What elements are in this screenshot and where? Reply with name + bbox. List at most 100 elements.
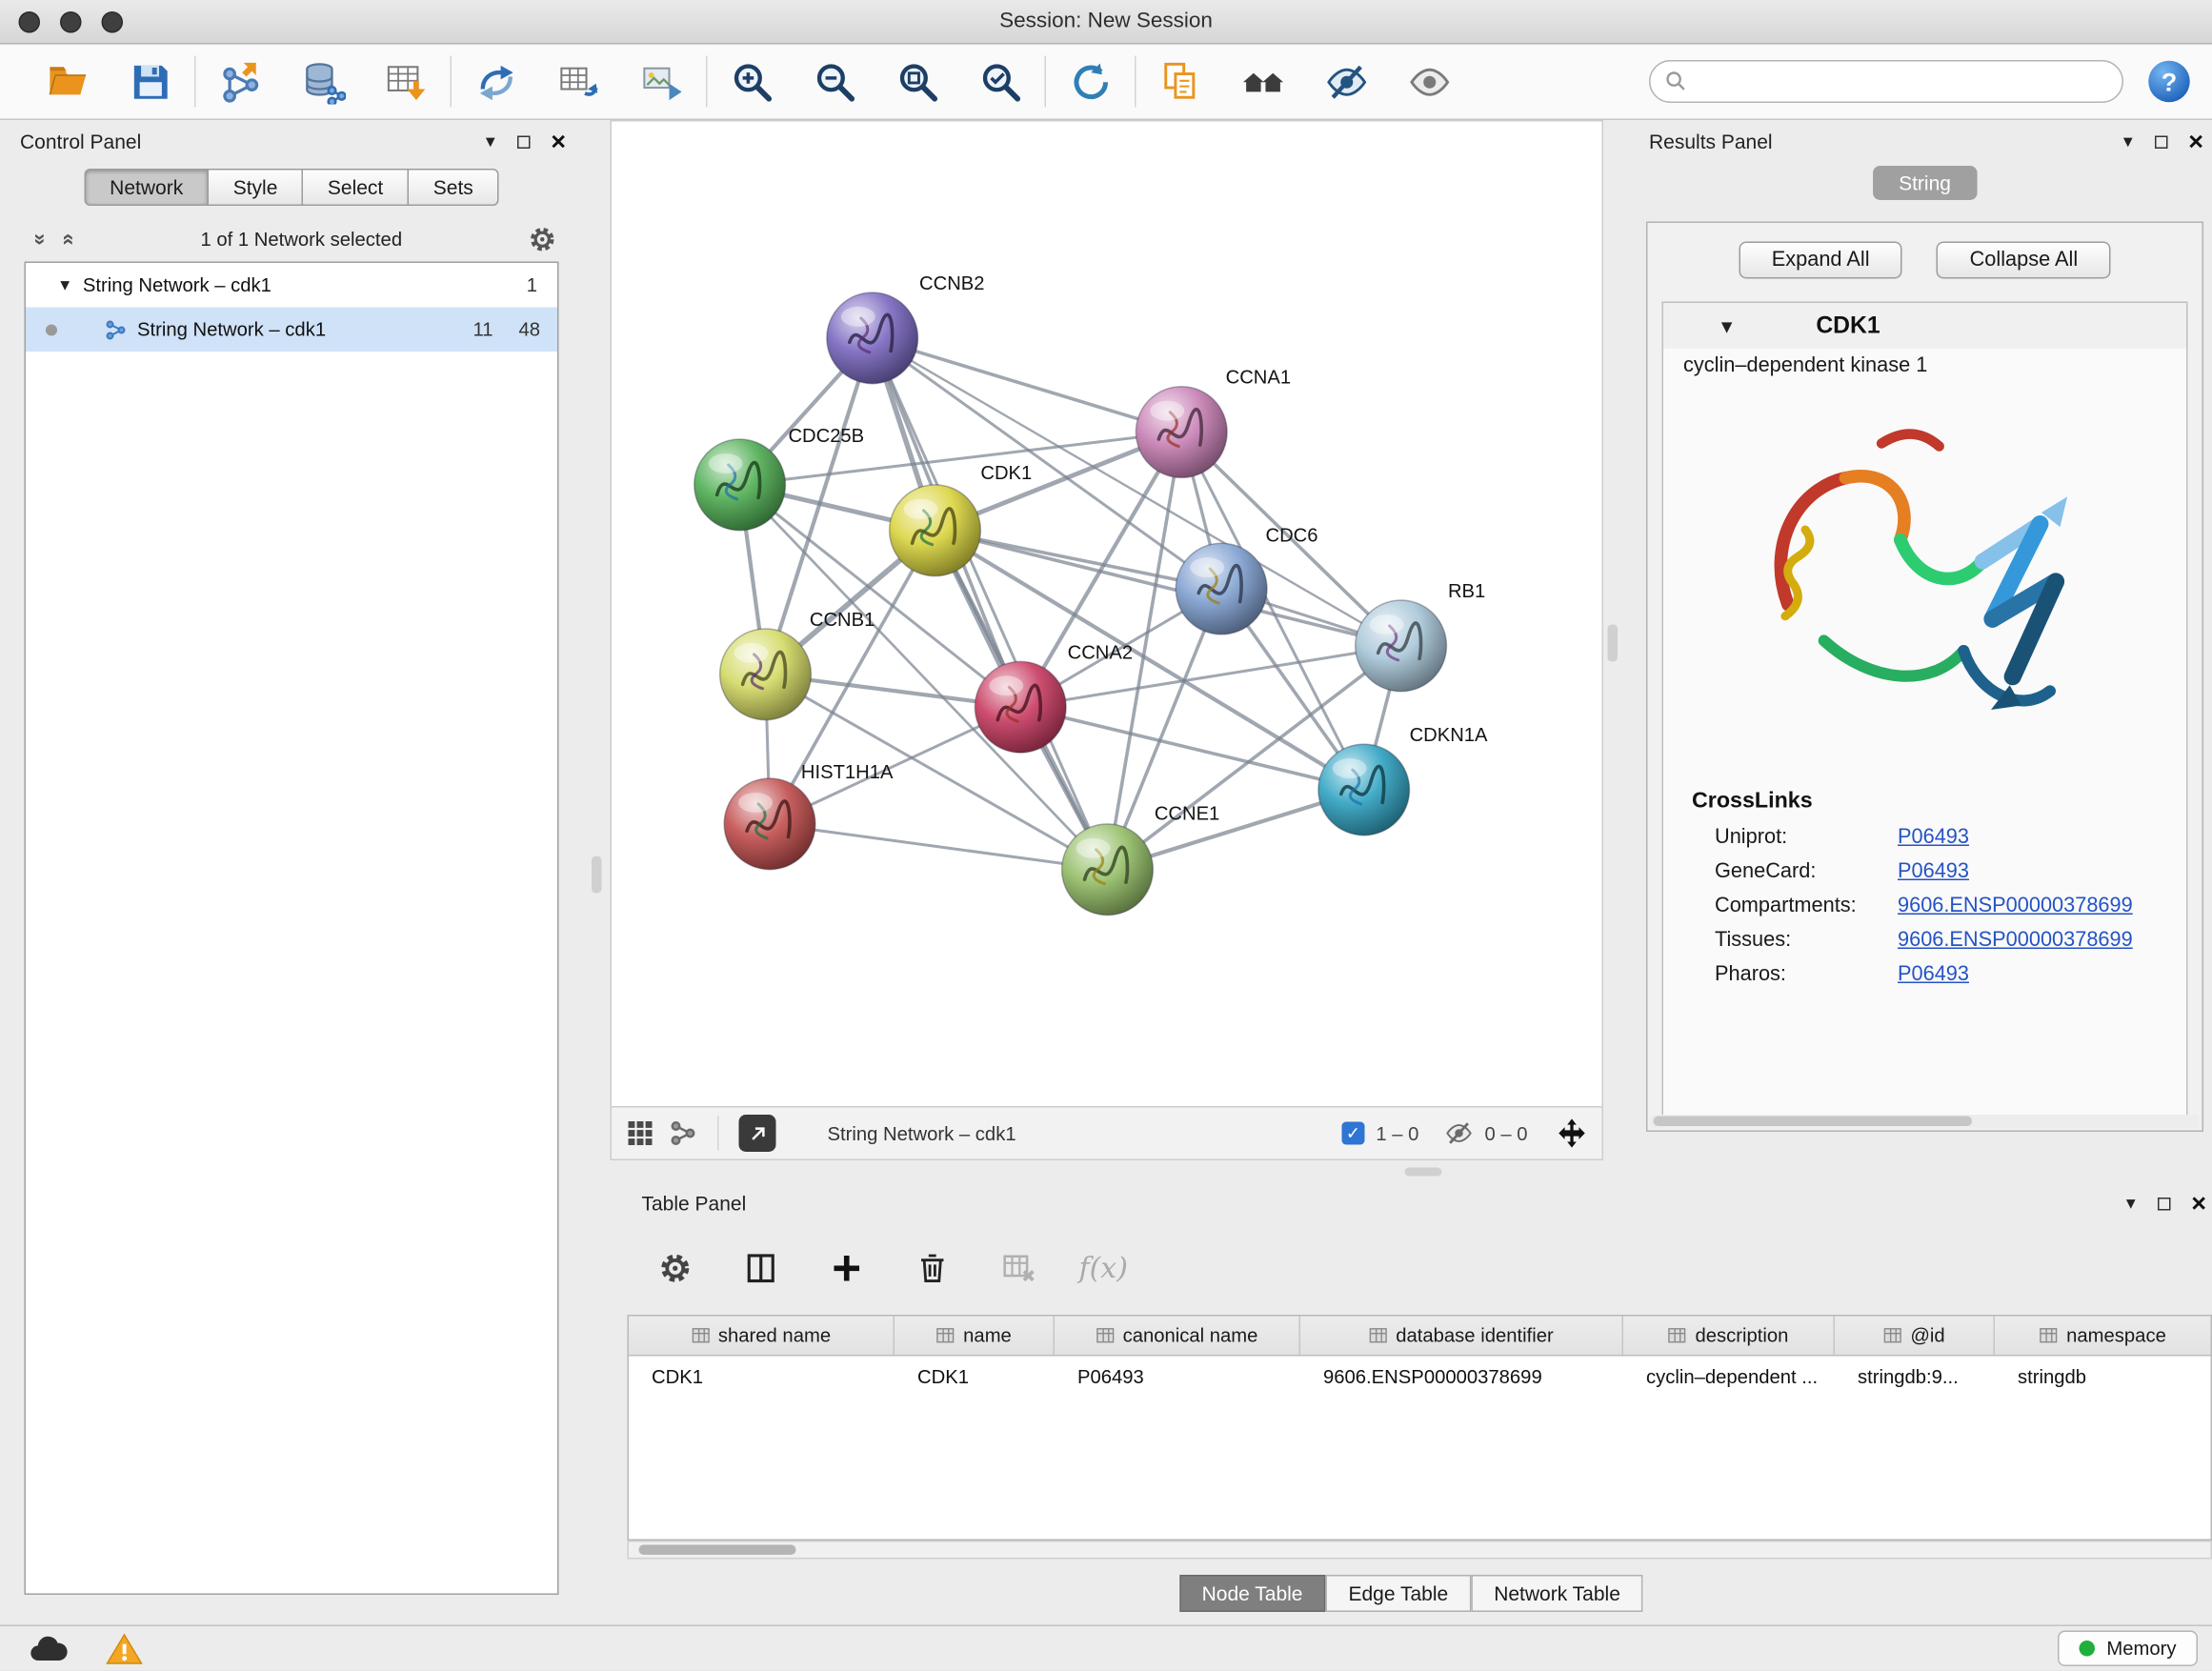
- warnings-button[interactable]: [106, 1631, 143, 1665]
- table-horizontal-scrollbar[interactable]: [628, 1540, 2212, 1560]
- panel-menu-icon[interactable]: ▾: [2123, 131, 2133, 153]
- network-node-CCNA1[interactable]: CCNA1: [1136, 368, 1291, 478]
- network-options-button[interactable]: [528, 224, 558, 254]
- zoom-selected-button[interactable]: [971, 51, 1031, 111]
- results-horizontal-scrollbar[interactable]: [1651, 1115, 2200, 1128]
- table-options-button[interactable]: [651, 1243, 699, 1292]
- graphics-details-off-button[interactable]: [1317, 51, 1377, 111]
- table-row[interactable]: CDK1 CDK1 P06493 9606.ENSP00000378699 cy…: [629, 1357, 2211, 1397]
- network-edge[interactable]: [873, 338, 1182, 433]
- cell-description[interactable]: cyclin–dependent ...: [1623, 1357, 1835, 1397]
- network-node-CDKN1A[interactable]: CDKN1A: [1318, 725, 1488, 836]
- network-node-HIST1H1A[interactable]: HIST1H1A: [724, 762, 894, 870]
- search-box[interactable]: [1649, 60, 2123, 103]
- network-node-CDK1[interactable]: CDK1: [890, 463, 1033, 576]
- memory-button[interactable]: Memory: [2058, 1631, 2198, 1667]
- network-edge[interactable]: [770, 824, 1107, 870]
- grid-view-button[interactable]: [626, 1119, 654, 1148]
- selected-checkbox-icon[interactable]: ✓: [1341, 1122, 1364, 1145]
- zoom-out-button[interactable]: [805, 51, 865, 111]
- pan-tool-button[interactable]: [1557, 1117, 1588, 1149]
- cell-name[interactable]: CDK1: [895, 1357, 1055, 1397]
- crosslink-link[interactable]: P06493: [1898, 860, 1969, 883]
- tab-style[interactable]: Style: [209, 169, 303, 206]
- float-panel-icon[interactable]: [518, 135, 532, 149]
- network-collection-row[interactable]: ▼ String Network – cdk1 1: [26, 263, 557, 308]
- create-column-button[interactable]: [822, 1243, 871, 1292]
- import-network-from-database-button[interactable]: [293, 51, 353, 111]
- import-network-from-file-button[interactable]: [211, 51, 271, 111]
- crosslink-link[interactable]: P06493: [1898, 826, 1969, 849]
- show-columns-button[interactable]: [736, 1243, 785, 1292]
- tab-edge-table[interactable]: Edge Table: [1325, 1575, 1471, 1612]
- zoom-in-button[interactable]: [722, 51, 782, 111]
- save-session-button[interactable]: [120, 51, 180, 111]
- network-node-CCNB1[interactable]: CCNB1: [720, 610, 875, 720]
- network-edge[interactable]: [935, 531, 1401, 646]
- import-table-from-file-button[interactable]: [376, 51, 436, 111]
- expand-all-networks-icon[interactable]: »: [30, 232, 51, 245]
- float-panel-icon[interactable]: [2159, 1197, 2172, 1210]
- panel-menu-icon[interactable]: ▾: [2126, 1192, 2136, 1215]
- network-view-canvas[interactable]: CCNB2CCNA1CDC25BCDK1CDC6RB1CCNB1CCNA2CDK…: [611, 120, 1604, 1108]
- network-node-CDC6[interactable]: CDC6: [1176, 526, 1317, 634]
- gene-card-header[interactable]: ▼ CDK1: [1663, 303, 2186, 349]
- crosslink-link[interactable]: P06493: [1898, 963, 1969, 986]
- network-edge[interactable]: [873, 338, 1108, 870]
- cell-database-identifier[interactable]: 9606.ENSP00000378699: [1300, 1357, 1623, 1397]
- string-tab[interactable]: String: [1873, 166, 1977, 200]
- column-header-canonical-name[interactable]: canonical name: [1055, 1317, 1300, 1356]
- close-panel-icon[interactable]: ×: [2191, 1191, 2206, 1217]
- tab-node-table[interactable]: Node Table: [1179, 1575, 1326, 1612]
- collapse-all-button[interactable]: Collapse All: [1937, 242, 2111, 279]
- open-in-new-window-button[interactable]: [739, 1115, 776, 1152]
- cell-shared-name[interactable]: CDK1: [629, 1357, 895, 1397]
- right-splitter-handle[interactable]: [1608, 625, 1619, 662]
- cloud-status-button[interactable]: [29, 1633, 69, 1664]
- export-image-button[interactable]: [632, 51, 692, 111]
- network-row-selected[interactable]: String Network – cdk1 11 48: [26, 308, 557, 352]
- apply-layout-button[interactable]: [1060, 51, 1120, 111]
- zoom-fit-button[interactable]: [888, 51, 948, 111]
- close-panel-icon[interactable]: ×: [2188, 129, 2203, 154]
- tab-network-table[interactable]: Network Table: [1471, 1575, 1643, 1612]
- cell-namespace[interactable]: stringdb: [1995, 1357, 2211, 1397]
- graphics-details-on-button[interactable]: [1399, 51, 1459, 111]
- collapse-gene-icon[interactable]: ▼: [1718, 315, 1736, 337]
- float-panel-icon[interactable]: [2156, 135, 2169, 149]
- column-header-name[interactable]: name: [895, 1317, 1055, 1356]
- cell-canonical-name[interactable]: P06493: [1055, 1357, 1300, 1397]
- close-panel-icon[interactable]: ×: [551, 129, 566, 154]
- column-header-shared-name[interactable]: shared name: [629, 1317, 895, 1356]
- bottom-splitter-handle[interactable]: [1405, 1168, 1442, 1177]
- help-button[interactable]: ?: [2143, 56, 2195, 108]
- network-node-CCNB2[interactable]: CCNB2: [827, 273, 985, 384]
- collapse-all-networks-icon[interactable]: «: [59, 232, 81, 245]
- column-header-description[interactable]: description: [1623, 1317, 1835, 1356]
- crosslink-link[interactable]: 9606.ENSP00000378699: [1898, 895, 2133, 917]
- function-builder-button[interactable]: f(x): [1079, 1251, 1128, 1285]
- network-graph[interactable]: CCNB2CCNA1CDC25BCDK1CDC6RB1CCNB1CCNA2CDK…: [612, 122, 1602, 1107]
- cell-id[interactable]: stringdb:9...: [1835, 1357, 1995, 1397]
- delete-table-button[interactable]: [994, 1243, 1042, 1292]
- tree-caret-icon[interactable]: ▼: [57, 276, 72, 293]
- tab-select[interactable]: Select: [303, 169, 409, 206]
- search-input[interactable]: [1697, 70, 2108, 93]
- network-list-button[interactable]: [669, 1119, 697, 1148]
- panel-menu-icon[interactable]: ▾: [486, 131, 495, 153]
- delete-column-button[interactable]: [908, 1243, 956, 1292]
- birdseye-view-button[interactable]: [1234, 51, 1294, 111]
- crosslink-link[interactable]: 9606.ENSP00000378699: [1898, 929, 2133, 952]
- column-header-database-identifier[interactable]: database identifier: [1300, 1317, 1623, 1356]
- expand-all-button[interactable]: Expand All: [1739, 242, 1902, 279]
- column-header-id[interactable]: @id: [1835, 1317, 1995, 1356]
- tab-network[interactable]: Network: [84, 169, 209, 206]
- tab-sets[interactable]: Sets: [409, 169, 499, 206]
- left-splitter-handle[interactable]: [592, 856, 602, 894]
- network-from-table-button[interactable]: [549, 51, 609, 111]
- open-file-button[interactable]: [37, 51, 97, 111]
- column-header-namespace[interactable]: namespace: [1995, 1317, 2211, 1356]
- duplicate-document-button[interactable]: [1151, 51, 1211, 111]
- network-from-selection-button[interactable]: [466, 51, 526, 111]
- network-node-RB1[interactable]: RB1: [1356, 581, 1485, 692]
